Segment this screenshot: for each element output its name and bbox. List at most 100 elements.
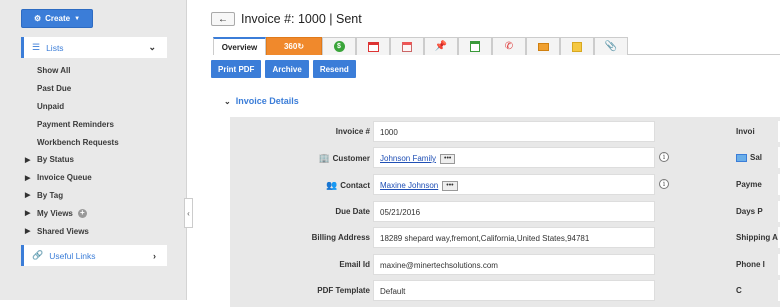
action-bar: Print PDF Archive Resend — [211, 60, 356, 78]
menu-item-show-all[interactable]: Show All — [24, 62, 174, 80]
envelope-icon — [537, 42, 549, 51]
field-label: Email Id — [339, 260, 370, 269]
tab-payments[interactable]: $ — [322, 37, 356, 55]
building-icon: 🏢 — [318, 153, 330, 163]
menu-item-label: By Tag — [37, 190, 64, 200]
caret-down-icon: ▼ — [74, 15, 81, 22]
tab-attachments[interactable]: 📎 — [594, 37, 628, 55]
chevron-right-icon: ▶ — [25, 210, 31, 218]
menu-group-by-tag[interactable]: ▶ By Tag — [24, 187, 174, 205]
due-date-value: 05/21/2016 — [373, 201, 655, 222]
pin-icon: 📌 — [434, 41, 448, 52]
menu-item-label: Invoice Queue — [37, 173, 92, 183]
tab-overview[interactable]: Overview — [213, 37, 266, 55]
field-row-customer: 🏢 Customer Johnson Family ••• i Sal — [230, 147, 780, 168]
phone-icon: ✆ — [504, 41, 514, 52]
field-row-email: Email Id maxine@minertechsolutions.com P… — [230, 254, 780, 275]
section-title: Invoice Details — [235, 96, 299, 106]
right-field-label: Sal — [736, 153, 762, 162]
refresh-icon: ↻ — [297, 42, 305, 51]
menu-item-label: My Views — [37, 208, 73, 218]
customer-label: Customer — [332, 154, 370, 163]
right-field-label: Invoi — [736, 127, 755, 136]
chevron-right-icon: ▶ — [25, 156, 31, 164]
link-icon: 🔗 — [32, 250, 44, 260]
field-label: 🏢 Customer — [318, 153, 370, 164]
customer-value: Johnson Family ••• — [373, 147, 655, 168]
record-tabs: Overview 360 ↻ $ 📌 ✆ 📎 — [213, 37, 628, 55]
back-button[interactable]: ← — [211, 12, 235, 26]
chevron-right-icon: › — [153, 250, 156, 261]
calendar-icon — [367, 41, 379, 52]
menu-item-label: Past Due — [37, 84, 72, 94]
menu-group-by-status[interactable]: ▶ By Status — [24, 151, 174, 169]
sidebar-collapse-handle[interactable]: ‹ — [184, 198, 193, 228]
pdf-template-value: Default — [373, 280, 655, 301]
chevron-down-icon: ⌄ — [224, 96, 231, 106]
invoice-number-value: 1000 — [373, 121, 655, 142]
chevron-right-icon: ▶ — [25, 192, 31, 200]
field-label: Due Date — [335, 207, 370, 216]
field-row-pdf-template: PDF Template Default C — [230, 280, 780, 301]
task-calendar-icon — [470, 41, 480, 52]
more-options-icon[interactable]: ••• — [442, 181, 458, 191]
menu-item-workbench-requests[interactable]: Workbench Requests — [24, 133, 174, 151]
page-title: Invoice #: 1000 | Sent — [241, 12, 362, 26]
menu-item-label: Unpaid — [37, 101, 65, 111]
info-icon[interactable]: i — [659, 152, 669, 162]
add-view-icon[interactable]: + — [77, 208, 87, 218]
right-field-label: Shipping A — [736, 233, 778, 242]
lists-panel-header[interactable]: ☰ Lists ⌄ — [21, 37, 167, 58]
billing-address-value: 18289 shepard way,fremont,California,Uni… — [373, 227, 655, 248]
menu-item-label: Shared Views — [37, 226, 89, 236]
useful-links-label: Useful Links — [49, 250, 96, 261]
paperclip-icon: 📎 — [604, 41, 618, 52]
menu-item-label: Payment Reminders — [37, 119, 114, 129]
right-field-label: Phone I — [736, 260, 765, 269]
tab-360[interactable]: 360 ↻ — [266, 37, 322, 55]
menu-item-payment-reminders[interactable]: Payment Reminders — [24, 115, 174, 133]
tab-label: Overview — [221, 42, 258, 52]
menu-item-unpaid[interactable]: Unpaid — [24, 98, 174, 116]
create-button[interactable]: ⚙ Create ▼ — [21, 9, 93, 28]
menu-item-past-due[interactable]: Past Due — [24, 80, 174, 98]
note-icon — [572, 41, 582, 52]
tab-emails[interactable] — [526, 37, 560, 55]
right-field-label: Payme — [736, 180, 762, 189]
useful-links-header[interactable]: 🔗 Useful Links › — [21, 245, 167, 266]
tab-notes[interactable] — [560, 37, 594, 55]
invoice-details-header[interactable]: ⌄ Invoice Details — [224, 96, 299, 106]
chevron-right-icon: ▶ — [25, 228, 31, 236]
field-label: 👥 Contact — [326, 180, 370, 191]
tab-calls[interactable]: ✆ — [492, 37, 526, 55]
info-icon[interactable]: i — [659, 179, 669, 189]
list-icon: ☰ — [32, 42, 41, 52]
contact-link[interactable]: Maxine Johnson — [380, 181, 438, 190]
field-row-due-date: Due Date 05/21/2016 Days P — [230, 201, 780, 222]
tab-tasks[interactable] — [458, 37, 492, 55]
chevron-right-icon: ▶ — [25, 174, 31, 182]
sidebar: ⚙ Create ▼ ☰ Lists ⌄ Show All Past Due U… — [0, 0, 187, 300]
tab-schedule[interactable] — [390, 37, 424, 55]
email-value: maxine@minertechsolutions.com — [373, 254, 655, 275]
customer-link[interactable]: Johnson Family — [380, 154, 436, 163]
print-pdf-button[interactable]: Print PDF — [211, 60, 262, 78]
menu-group-invoice-queue[interactable]: ▶ Invoice Queue — [24, 169, 174, 187]
resend-button[interactable]: Resend — [312, 60, 356, 78]
right-field-text: Sal — [750, 153, 763, 162]
dollar-coin-icon: $ — [333, 41, 345, 52]
field-label: Invoice # — [335, 127, 370, 136]
contact-value: Maxine Johnson ••• — [373, 174, 655, 195]
invoice-details-panel: Invoice # 1000 Invoi 🏢 Customer Johnson … — [230, 117, 780, 307]
menu-group-shared-views[interactable]: ▶ Shared Views — [24, 222, 174, 240]
archive-button[interactable]: Archive — [265, 60, 309, 78]
right-field-label: C — [736, 286, 742, 295]
menu-group-my-views[interactable]: ▶ My Views + — [24, 204, 174, 222]
menu-item-label: Show All — [37, 66, 71, 76]
more-options-icon[interactable]: ••• — [440, 154, 456, 164]
field-label: Billing Address — [311, 233, 370, 242]
tab-events[interactable] — [356, 37, 390, 55]
tab-label: 360 — [283, 42, 298, 51]
tab-pinned[interactable]: 📌 — [424, 37, 458, 55]
chevron-left-icon: ‹ — [187, 208, 190, 218]
